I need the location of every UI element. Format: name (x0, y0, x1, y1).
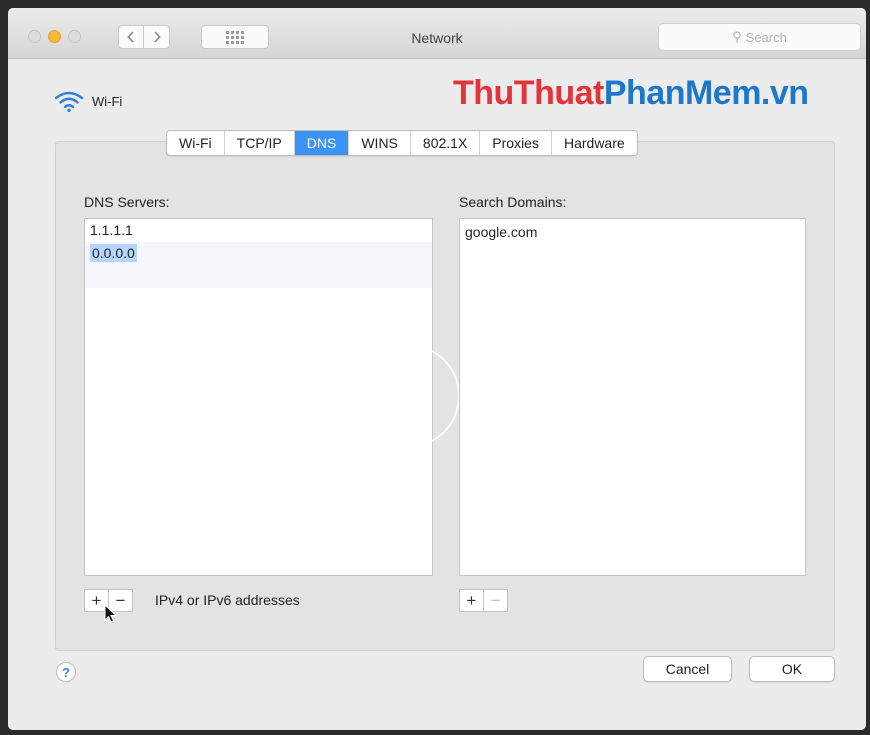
dns-server-value[interactable]: 0.0.0.0 (90, 244, 137, 262)
watermark: ThuThuatPhanMem.vn (453, 74, 809, 113)
remove-search-domain-button[interactable]: − (483, 590, 507, 611)
tab-8021x[interactable]: 802.1X (411, 131, 481, 155)
add-search-domain-button[interactable]: + (460, 590, 483, 611)
interface-header: Wi-Fi (54, 90, 122, 112)
watermark-part1: ThuThuat (453, 74, 604, 112)
tab-hardware[interactable]: Hardware (552, 131, 637, 155)
ok-button[interactable]: OK (749, 656, 835, 682)
search-domains-list[interactable]: google.com (459, 218, 806, 576)
tab-proxies[interactable]: Proxies (480, 131, 552, 155)
search-domains-label: Search Domains: (459, 194, 567, 210)
watermark-part2: PhanMem.vn (603, 74, 809, 112)
dns-server-row[interactable]: 0.0.0.0 (85, 242, 432, 265)
mouse-cursor-icon (104, 604, 118, 623)
interface-label: Wi-Fi (92, 93, 123, 109)
list-row-empty (85, 265, 432, 288)
tab-wins[interactable]: WINS (349, 131, 411, 155)
title-bar: Network ⚲ Search (8, 8, 866, 59)
cancel-button[interactable]: Cancel (643, 656, 732, 682)
network-window: Network ⚲ Search Wi-Fi ThuThuatPhanMem.v… (8, 8, 866, 730)
domains-add-remove: + − (459, 589, 508, 612)
dns-hint: IPv4 or IPv6 addresses (155, 592, 300, 608)
help-button[interactable]: ? (56, 662, 76, 682)
tab-wifi[interactable]: Wi-Fi (167, 131, 225, 155)
search-domain-value: google.com (465, 224, 538, 240)
search-icon: ⚲ (732, 29, 742, 44)
dns-server-row[interactable]: 1.1.1.1 (85, 219, 432, 242)
search-input[interactable]: ⚲ Search (658, 23, 861, 51)
tab-tcpip[interactable]: TCP/IP (225, 131, 295, 155)
tab-bar: Wi-Fi TCP/IP DNS WINS 802.1X Proxies Har… (166, 130, 638, 156)
tab-dns[interactable]: DNS (294, 131, 350, 155)
search-domain-row[interactable]: google.com (460, 219, 805, 244)
dns-server-value: 1.1.1.1 (90, 222, 133, 238)
dns-servers-label: DNS Servers: (84, 194, 170, 210)
wifi-icon (54, 91, 84, 112)
search-placeholder: Search (745, 29, 787, 45)
dns-servers-list[interactable]: 1.1.1.1 0.0.0.0 (84, 218, 433, 576)
